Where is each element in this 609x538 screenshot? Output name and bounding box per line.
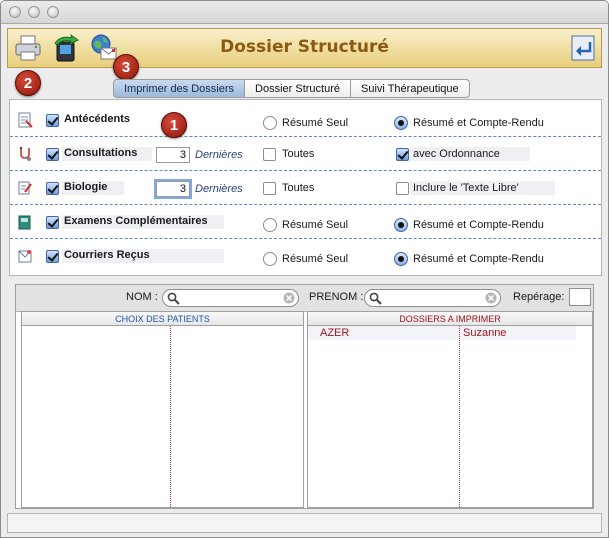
table-row[interactable]: AZER Suzanne: [308, 326, 576, 340]
exit-button[interactable]: [566, 30, 600, 66]
row-courriers: Courriers Reçus Résumé Seul Résumé et Co…: [10, 239, 601, 273]
minimize-window-icon[interactable]: [28, 6, 40, 18]
biologie-count-field[interactable]: 3: [156, 181, 190, 197]
callout-badge-2: 2: [15, 70, 41, 96]
biologie-toutes-checkbox[interactable]: [263, 182, 276, 195]
avec-ordonnance-checkbox[interactable]: [396, 148, 409, 161]
examens-book-icon: [18, 215, 31, 230]
clear-icon[interactable]: [485, 292, 497, 304]
search-icon: [167, 292, 180, 305]
antecedents-resume-cr-radio[interactable]: [394, 116, 408, 130]
row-consultations: Consultations 3 Dernières Toutes avec Or…: [10, 137, 601, 171]
antecedents-icon: [18, 112, 33, 128]
dossier-prenom-cell: Suzanne: [463, 327, 507, 339]
examens-resume-seul-label: Résumé Seul: [282, 219, 349, 231]
dossiers-imprimer-list[interactable]: AZER Suzanne: [307, 326, 593, 508]
column-divider: [459, 326, 460, 507]
courriers-mail-icon: [18, 250, 32, 263]
antecedents-resume-seul-label: Résumé Seul: [282, 117, 349, 129]
courriers-checkbox[interactable]: [46, 250, 59, 263]
courriers-resume-seul-radio[interactable]: [263, 252, 277, 266]
nom-search-field[interactable]: [162, 289, 299, 307]
choix-patients-list[interactable]: [21, 326, 304, 508]
row-biologie: Biologie 3 Dernières Toutes Inclure le '…: [10, 171, 601, 205]
biologie-label: Biologie: [64, 181, 108, 193]
avec-ordonnance-label: avec Ordonnance: [413, 148, 500, 160]
zoom-window-icon[interactable]: [47, 6, 59, 18]
exit-doc-icon: [571, 35, 595, 61]
callout-badge-3: 3: [113, 54, 139, 80]
courriers-resume-seul-label: Résumé Seul: [282, 253, 349, 265]
row-antecedents: Antécédents 1 Résumé Seul Résumé et Comp…: [10, 103, 601, 138]
choix-patients-header: CHOIX DES PATIENTS: [21, 311, 304, 326]
patient-selection-area: NOM : PRENOM : Repérage: CHOIX DES PATIE…: [15, 284, 594, 509]
search-bar: NOM : PRENOM : Repérage:: [16, 285, 593, 312]
antecedents-resume-seul-radio[interactable]: [263, 116, 277, 130]
antecedents-label: Antécédents: [64, 113, 131, 125]
dossier-nom-cell: AZER: [320, 327, 350, 339]
tab-imprimer-dossiers[interactable]: Imprimer des Dossiers: [113, 79, 246, 98]
examens-label: Examens Complémentaires: [64, 215, 208, 227]
texte-libre-label: Inclure le 'Texte Libre': [413, 182, 519, 194]
consultations-dernieres-label: Dernières: [195, 149, 243, 161]
dossiers-imprimer-header: DOSSIERS A IMPRIMER: [307, 311, 593, 326]
tab-dossier-structure[interactable]: Dossier Structuré: [245, 79, 352, 98]
prenom-search-field[interactable]: [364, 289, 501, 307]
biologie-toutes-label: Toutes: [282, 182, 315, 194]
consultations-toutes-label: Toutes: [282, 148, 315, 160]
search-icon: [369, 292, 382, 305]
options-panel: Antécédents 1 Résumé Seul Résumé et Comp…: [9, 99, 602, 276]
row-examens: Examens Complémentaires Résumé Seul Résu…: [10, 205, 601, 239]
toolbar: Dossier Structuré: [7, 28, 602, 68]
courriers-label: Courriers Reçus: [64, 249, 150, 261]
biologie-checkbox[interactable]: [46, 182, 59, 195]
courriers-resume-cr-radio[interactable]: [394, 252, 408, 266]
reperage-field[interactable]: [569, 288, 591, 306]
close-window-icon[interactable]: [9, 6, 21, 18]
main-window: Dossier Structuré 2 3 Imprimer des Dossi…: [0, 0, 609, 538]
nom-label: NOM :: [126, 291, 158, 303]
consultations-label: Consultations: [64, 147, 138, 159]
examens-resume-cr-radio[interactable]: [394, 218, 408, 232]
biologie-dernieres-label: Dernières: [195, 183, 243, 195]
examens-checkbox[interactable]: [46, 216, 59, 229]
examens-resume-cr-label: Résumé et Compte-Rendu: [413, 219, 544, 231]
app-title: Dossier Structuré: [220, 37, 389, 57]
reperage-label: Repérage:: [513, 291, 565, 303]
stethoscope-icon: [19, 146, 31, 161]
courriers-resume-cr-label: Résumé et Compte-Rendu: [413, 253, 544, 265]
tab-suivi-therapeutique[interactable]: Suivi Thérapeutique: [351, 79, 470, 98]
clear-icon[interactable]: [283, 292, 295, 304]
title-bar: [1, 1, 608, 24]
consultations-toutes-checkbox[interactable]: [263, 148, 276, 161]
texte-libre-checkbox[interactable]: [396, 182, 409, 195]
biologie-icon: [18, 181, 32, 195]
prenom-label: PRENOM :: [309, 291, 364, 303]
examens-resume-seul-radio[interactable]: [263, 218, 277, 232]
callout-badge-1: 1: [161, 112, 187, 138]
consultations-checkbox[interactable]: [46, 148, 59, 161]
tab-bar: Imprimer des Dossiers Dossier Structuré …: [113, 79, 470, 98]
antecedents-checkbox[interactable]: [46, 114, 59, 127]
consultations-count-field[interactable]: 3: [156, 147, 190, 163]
column-divider: [170, 326, 171, 507]
status-bar: [7, 513, 602, 533]
antecedents-resume-cr-label: Résumé et Compte-Rendu: [413, 117, 544, 129]
